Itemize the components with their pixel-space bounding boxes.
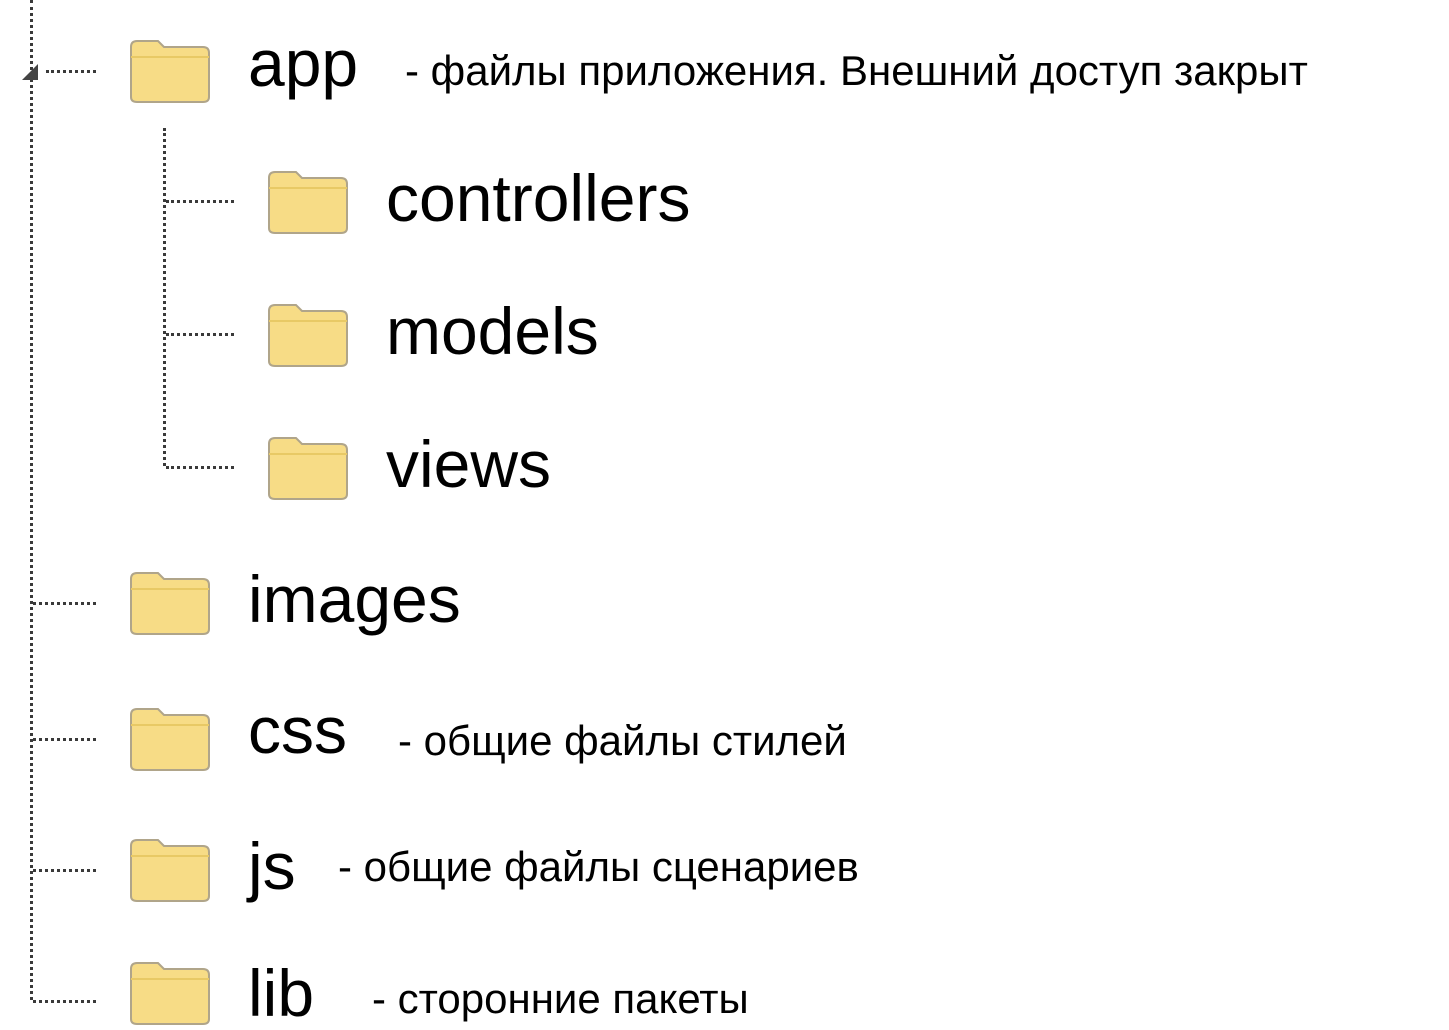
tree-branch-models [166,333,234,336]
folder-note: - общие файлы сценариев [338,843,859,890]
tree-branch-js [33,869,96,872]
folder-name: models [386,294,599,368]
tree-branch-images [33,602,96,605]
folder-icon [128,567,212,637]
folder-name: app [248,26,359,100]
folder-icon [128,35,212,105]
tree-branch-controllers [166,200,234,203]
tree-connector-root [30,0,33,1000]
folder-name: js [248,829,296,903]
folder-icon [128,957,212,1027]
tree-branch-lib [33,1000,96,1003]
folder-note: - сторонние пакеты [372,975,749,1022]
folder-name: controllers [386,161,691,235]
folder-icon [128,703,212,773]
tree-connector-app [163,128,166,466]
folder-icon [266,299,350,369]
folder-icon [266,432,350,502]
folder-name: images [248,562,461,636]
folder-icon [128,834,212,904]
folder-note: - файлы приложения. Внешний доступ закры… [405,47,1308,94]
folder-name: views [386,427,552,501]
tree-branch-views [166,466,234,469]
folder-name: css [248,693,347,767]
folder-icon [266,166,350,236]
folder-note: - общие файлы стилей [398,717,847,764]
expand-arrow-icon[interactable] [22,64,38,80]
tree-branch-app [46,70,96,73]
folder-name: lib [248,956,315,1030]
tree-branch-css [33,738,96,741]
